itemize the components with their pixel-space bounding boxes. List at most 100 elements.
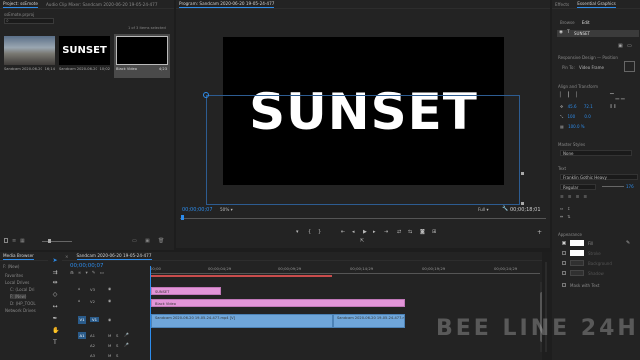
eye-icon[interactable]: ◉ <box>559 30 563 35</box>
drive-item[interactable]: F: (New) <box>10 294 27 299</box>
position-x[interactable]: 45.6 <box>568 104 577 109</box>
track-header-a1[interactable]: A1 A1 M S 🎤 <box>78 332 148 340</box>
pin-grid-icon[interactable] <box>624 61 635 72</box>
timeline-clip-sunset[interactable]: SUNSET <box>151 287 221 295</box>
font-size-value[interactable]: 176 <box>626 184 634 189</box>
project-item[interactable]: Sandcam 2020-06-20 19... 16;14 <box>4 36 55 76</box>
ripple-edit-tool-icon[interactable]: ⇹ <box>52 280 58 286</box>
mask-checkbox[interactable] <box>562 283 566 287</box>
track-header-a2[interactable]: A2 M S 🎤 <box>78 342 148 350</box>
type-tool-icon[interactable]: T <box>52 340 58 346</box>
zoom-select[interactable]: 50% ▾ <box>220 207 233 212</box>
fill-checkbox[interactable] <box>562 241 566 245</box>
button-editor-icon[interactable]: ⊞ <box>432 229 436 235</box>
captions-icon[interactable]: ▭ <box>100 271 108 276</box>
list-view-icon[interactable]: ≡ <box>12 238 16 244</box>
timeline-timecode[interactable]: 00;00;00;07 <box>70 263 104 269</box>
time-ruler[interactable]: 00;00 00;00;04;29 00;00;09;29 00;00;14;2… <box>150 264 540 278</box>
go-to-out-icon[interactable]: ⇥ <box>384 229 388 235</box>
opacity-value[interactable]: 100.0 % <box>568 124 585 129</box>
insert-icon[interactable]: ⇄ <box>397 229 401 235</box>
export-frame-icon[interactable]: ⇱ <box>360 238 364 244</box>
bbox-handle[interactable] <box>521 172 524 175</box>
track-header-v2[interactable]: V2 ⌂ ◉ <box>78 298 148 306</box>
text-align-center-icon[interactable]: ≡ <box>568 195 576 200</box>
tab-browse[interactable]: Browse <box>560 20 575 25</box>
tracking-row[interactable]: ⇔ ↕ <box>560 205 571 213</box>
source-patch-v1[interactable]: V1 <box>78 316 86 324</box>
project-item[interactable]: SUNSET Sandcam 2020-06-20 19... 10;02 <box>59 36 110 76</box>
mic-icon[interactable]: 🎤 <box>124 342 129 347</box>
hand-tool-icon[interactable]: ✋ <box>52 328 59 334</box>
add-button-icon[interactable]: + <box>537 229 542 236</box>
pin-to-select[interactable]: Video Frame <box>579 65 604 70</box>
step-back-frame-icon[interactable]: ◂ <box>352 229 355 235</box>
lock-track-icon[interactable]: ⌂ <box>78 298 80 303</box>
position-y[interactable]: 72.1 <box>584 104 593 109</box>
distribute-h-icon[interactable]: ⫴ ⫴ <box>610 102 625 112</box>
scrub-bar[interactable] <box>180 215 546 220</box>
text-justify-icon[interactable]: ≡ <box>583 195 591 200</box>
eye-track-icon[interactable]: ◉ <box>108 298 111 303</box>
fill-swatch[interactable] <box>570 240 584 246</box>
shadow-swatch[interactable] <box>570 270 584 276</box>
favorites-item[interactable]: Favorites <box>5 273 23 278</box>
background-checkbox[interactable] <box>562 261 566 265</box>
zoom-slider[interactable] <box>42 241 72 242</box>
track-header-v1[interactable]: V1 V1 ◉ <box>78 314 148 328</box>
slip-tool-icon[interactable]: ↔ <box>52 304 58 310</box>
tab-sequence[interactable]: Sandcam 2020-06-20 19-05-24-477 <box>77 253 152 260</box>
mute-icon[interactable]: M <box>108 333 111 338</box>
lock-track-icon[interactable]: ⌂ <box>78 286 80 291</box>
step-forward-frame-icon[interactable]: ▸ <box>373 229 376 235</box>
timeline-clip-black-video[interactable]: Black Video <box>151 299 405 307</box>
source-patch-a1[interactable]: A1 <box>78 332 86 339</box>
razor-tool-icon[interactable]: ◇ <box>52 292 58 298</box>
pen-tool-icon[interactable]: ✒ <box>52 316 58 322</box>
eye-track-icon[interactable]: ◉ <box>108 317 111 322</box>
monitor-timecode[interactable]: 00;00;00;07 <box>182 207 213 213</box>
new-item-icon[interactable]: ▣ <box>145 238 150 244</box>
layer-row[interactable]: ◉ T SUNSET <box>557 30 639 37</box>
align-top-icon[interactable]: ▔ ▁ ▁ <box>610 92 625 102</box>
scale-value[interactable]: 100 <box>567 114 575 119</box>
timeline-playhead[interactable] <box>150 266 151 360</box>
align-left-icon[interactable]: ▏ <box>560 92 567 98</box>
linked-selection-icon[interactable]: ∞ <box>78 271 86 276</box>
search-input[interactable]: ⌕ <box>4 18 54 24</box>
text-bounding-box[interactable] <box>206 95 520 205</box>
zoom-slider-handle[interactable] <box>48 239 51 243</box>
close-icon[interactable]: × <box>65 254 69 259</box>
font-style-select[interactable]: Regular <box>560 184 596 190</box>
solo-icon[interactable]: S <box>116 343 118 348</box>
solo-icon[interactable]: S <box>116 333 118 338</box>
camera-icon[interactable]: ◙ <box>420 229 425 235</box>
track-header-a3[interactable]: A3 M S <box>78 352 148 360</box>
play-icon[interactable]: ▶ <box>363 229 367 235</box>
tab-audio-clip-mixer[interactable]: Audio Clip Mixer: Sandcam 2020-06-20 19-… <box>46 2 158 7</box>
local-drives-item[interactable]: Local Drives <box>5 280 29 285</box>
go-to-in-icon[interactable]: } <box>318 229 321 235</box>
tab-program[interactable]: Program: Sandcam 2020-06-20 19-05-24-477 <box>179 1 274 8</box>
font-size-slider[interactable] <box>602 186 624 187</box>
timeline-clip-video-2[interactable]: Sandcam 2020-06-20 19-05-24-477.mp4 [V] <box>333 314 405 328</box>
icon-view-icon[interactable]: ▦ <box>20 238 25 244</box>
tab-media-browser[interactable]: Media Browser <box>3 253 34 260</box>
new-bin-icon[interactable]: ▭ <box>132 238 137 244</box>
playhead[interactable] <box>181 215 184 220</box>
timeline-clip-video-1[interactable]: Sandcam 2020-06-20 19-05-24-477.mp4 [V] <box>151 314 333 328</box>
mark-in-icon[interactable]: ▾ <box>296 229 299 235</box>
mute-icon[interactable]: M <box>108 353 111 358</box>
eyedropper-icon[interactable]: ✎ <box>626 240 630 246</box>
settings-wrench-icon[interactable]: 🔧 <box>502 206 508 212</box>
track-label[interactable]: V1 <box>90 317 100 322</box>
track-header-v3[interactable]: V3 ⌂ ◉ <box>78 286 148 294</box>
snap-icon[interactable]: ⋒ <box>70 271 78 276</box>
drive-item[interactable]: C: (Local Dri <box>10 287 34 292</box>
tab-essential-graphics[interactable]: Essential Graphics <box>577 1 616 8</box>
font-select[interactable]: Franklin Gothic Heavy <box>560 174 638 180</box>
network-drives-item[interactable]: Network Drives <box>5 308 36 313</box>
eye-track-icon[interactable]: ◉ <box>108 286 111 291</box>
resolution-select[interactable]: Full ▾ <box>478 207 489 212</box>
align-right-icon[interactable]: ▕ <box>573 92 580 98</box>
